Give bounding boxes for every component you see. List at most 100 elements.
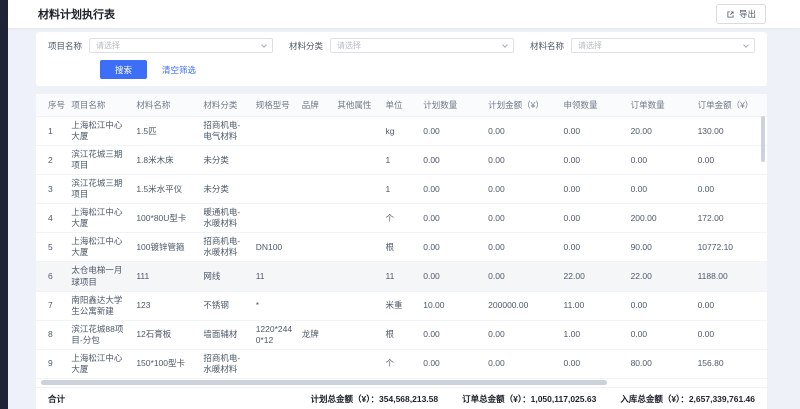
filter-select[interactable]: 请选择: [89, 38, 273, 53]
table-cell: 0.00: [627, 291, 694, 320]
table-cell: 9: [36, 349, 67, 378]
table-cell: 0.00: [419, 262, 484, 291]
table-cell: 0.00: [560, 204, 627, 233]
table-cell: 1188.00: [694, 262, 767, 291]
table-cell: 7: [36, 291, 67, 320]
filter-field-label: 材料分类: [289, 40, 323, 52]
table-cell: 0.00: [484, 233, 559, 262]
table-cell: [298, 291, 334, 320]
table-cell: [252, 175, 298, 204]
table-cell: [298, 233, 334, 262]
export-button[interactable]: 导出: [716, 4, 766, 24]
table-row[interactable]: 9上海松江中心大厦150*100型卡招商机电-水暖材料个0.000.000.00…: [36, 349, 767, 378]
table-row[interactable]: 7南阳鑫达大学生公寓新建123不锈钢*米重10.00200000.0011.00…: [36, 291, 767, 320]
table-cell: 0.00: [560, 349, 627, 378]
filter-row: 项目名称 请选择 材料分类 请选择 材料名称 请选择: [48, 38, 755, 53]
column-header: 品牌: [298, 94, 334, 117]
table-cell: 1.00: [560, 320, 627, 349]
table-cell: 172.00: [694, 204, 767, 233]
table-cell: 200.00: [627, 204, 694, 233]
table-row[interactable]: 8滨江花城88项目-分包12石膏板墙面辅材1220*2440*12龙牌根0.00…: [36, 320, 767, 349]
filter-select[interactable]: 请选择: [571, 38, 755, 53]
table-cell: 墙面辅材: [199, 320, 251, 349]
column-header: 单位: [382, 94, 420, 117]
table-cell: 未分类: [199, 146, 251, 175]
top-header: 材料计划执行表 导出: [8, 0, 800, 28]
table-cell: [333, 349, 381, 378]
filter-actions: 搜索 清空筛选: [100, 60, 755, 79]
table-row[interactable]: 3滨江花城三期项目1.5米水平仪未分类10.000.000.000.000.00: [36, 175, 767, 204]
filter-field-label: 项目名称: [48, 40, 82, 52]
table-cell: 0.00: [627, 146, 694, 175]
table-cell: 6: [36, 262, 67, 291]
collapsed-sidebar[interactable]: [0, 0, 8, 409]
table-cell: 0.00: [694, 175, 767, 204]
select-placeholder: 请选择: [337, 40, 503, 51]
table-cell: 1.8米木床: [132, 146, 199, 175]
table-row[interactable]: 2滨江花城三期项目1.8米木床未分类10.000.000.000.000.00: [36, 146, 767, 175]
table-cell: [298, 262, 334, 291]
column-header: 其他属性: [333, 94, 381, 117]
table-cell: 123: [132, 291, 199, 320]
table-cell: 根: [382, 233, 420, 262]
column-header: 申领数量: [560, 94, 627, 117]
table-cell: [298, 204, 334, 233]
plan-total: 计划总金额（¥）：354,568,213.58: [311, 393, 439, 405]
table-cell: 0.00: [694, 291, 767, 320]
table-cell: 4: [36, 204, 67, 233]
filter-field-0: 项目名称 请选择: [48, 38, 273, 53]
table-cell: 1220*2440*12: [252, 320, 298, 349]
chevron-down-icon: [743, 42, 749, 48]
horizontal-scrollbar-thumb[interactable]: [41, 380, 607, 385]
table-cell: 米重: [382, 291, 420, 320]
table-cell: 0.00: [484, 175, 559, 204]
table-cell: 0.00: [560, 146, 627, 175]
table-cell: 156.80: [694, 349, 767, 378]
table-cell: [333, 320, 381, 349]
inbound-total: 入库总金额（¥）：2,657,339,761.46: [620, 393, 755, 405]
table-cell: 个: [382, 204, 420, 233]
table-cell: *: [252, 291, 298, 320]
summary-label: 合计: [48, 393, 65, 405]
table-cell: [252, 146, 298, 175]
table-cell: 1.5米水平仪: [132, 175, 199, 204]
filter-field-1: 材料分类 请选择: [289, 38, 514, 53]
table-cell: 滨江花城三期项目: [67, 146, 132, 175]
filter-field-label: 材料名称: [530, 40, 564, 52]
search-button[interactable]: 搜索: [100, 60, 147, 79]
table-cell: 1: [382, 146, 420, 175]
table-cell: 0.00: [484, 349, 559, 378]
table-cell: 0.00: [419, 204, 484, 233]
column-header: 材料分类: [199, 94, 251, 117]
table-cell: 12石膏板: [132, 320, 199, 349]
main-content: 项目名称 请选择 材料分类 请选择 材料名称 请选择 搜索 清空筛选: [36, 32, 767, 409]
table-cell: 20.00: [627, 117, 694, 146]
table-cell: [298, 175, 334, 204]
table-row[interactable]: 5上海松江中心大厦100镀锌管箍招商机电-水暖材料DN100根0.000.000…: [36, 233, 767, 262]
table-cell: 0.00: [419, 146, 484, 175]
table-cell: 0.00: [419, 117, 484, 146]
clear-filter-link[interactable]: 清空筛选: [162, 64, 196, 76]
table-cell: 1: [382, 175, 420, 204]
table-cell: 10772.10: [694, 233, 767, 262]
vertical-scrollbar-thumb[interactable]: [761, 116, 765, 162]
filter-select[interactable]: 请选择: [330, 38, 514, 53]
table-cell: [252, 349, 298, 378]
summary-totals: 计划总金额（¥）：354,568,213.58 订单总金额（¥）：1,050,1…: [311, 393, 755, 405]
table-cell: 0.00: [419, 349, 484, 378]
material-plan-table: 序号项目名称材料名称材料分类规格型号品牌其他属性单位计划数量计划金额（¥）申领数…: [36, 94, 767, 379]
table-cell: 南阳鑫达大学生公寓新建: [67, 291, 132, 320]
table-cell: [333, 233, 381, 262]
horizontal-scrollbar: [39, 380, 764, 386]
table-row[interactable]: 1上海松江中心大厦1.5匹招商机电-电气材料kg0.000.000.0020.0…: [36, 117, 767, 146]
table-cell: 111: [132, 262, 199, 291]
table-row[interactable]: 4上海松江中心大厦100*80U型卡暖通机电-水暖材料个0.000.000.00…: [36, 204, 767, 233]
table-cell: 暖通机电-水暖材料: [199, 204, 251, 233]
table-cell: 90.00: [627, 233, 694, 262]
table-cell: 150*100型卡: [132, 349, 199, 378]
summary-row: 合计 计划总金额（¥）：354,568,213.58 订单总金额（¥）：1,05…: [36, 387, 767, 409]
table-cell: 0.00: [484, 117, 559, 146]
table-cell: [333, 117, 381, 146]
table-row[interactable]: 6太仓电梯一月球项目111网线11110.000.0022.0022.00118…: [36, 262, 767, 291]
filter-field-2: 材料名称 请选择: [530, 38, 755, 53]
